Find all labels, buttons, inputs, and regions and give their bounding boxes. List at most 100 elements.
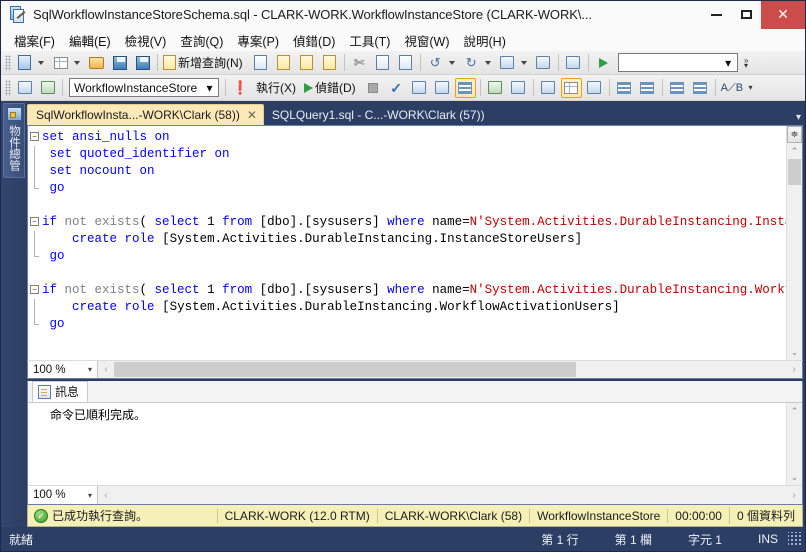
object-explorer-tab[interactable]: 物件總管 [3, 103, 25, 178]
new-xmla-query-button[interactable] [319, 53, 340, 73]
decrease-indent-button[interactable] [667, 78, 688, 98]
start-debug-button[interactable] [593, 53, 614, 73]
toolbar-grip[interactable] [5, 79, 11, 96]
toolbar-grip[interactable] [5, 54, 11, 71]
activity-monitor-button[interactable] [563, 53, 584, 73]
minimize-button[interactable] [701, 0, 731, 29]
debug-button[interactable]: 偵錯(D) [303, 78, 361, 98]
sqlcmd-mode-button[interactable] [508, 78, 529, 98]
scroll-right-button[interactable]: › [786, 486, 802, 504]
close-icon[interactable]: ✕ [247, 109, 257, 121]
fold-toggle-icon[interactable]: − [30, 132, 39, 141]
undo-dropdown[interactable] [448, 53, 459, 73]
horizontal-scroll-track[interactable] [114, 486, 786, 504]
tab-messages[interactable]: 訊息 [32, 381, 89, 402]
maximize-button[interactable] [731, 0, 761, 29]
query-options-button[interactable] [432, 78, 453, 98]
menu-edit[interactable]: 編輯(E) [62, 29, 118, 52]
solution-button[interactable] [533, 53, 554, 73]
close-button[interactable]: ✕ [761, 0, 805, 29]
redo-dropdown[interactable] [484, 53, 495, 73]
object-explorer-icon [6, 107, 22, 121]
navigate-dropdown[interactable] [520, 53, 531, 73]
new-query-button[interactable]: 新增查詢(N) [162, 53, 248, 73]
messages-text[interactable]: 命令已順利完成。 [28, 403, 786, 485]
include-client-statistics-button[interactable] [485, 78, 506, 98]
results-pane: 訊息 命令已順利完成。 ⌃ ⌄ 100 % ▾ ‹ › [27, 381, 803, 505]
save-button[interactable] [109, 53, 130, 73]
redo-button[interactable]: ↻ [461, 53, 482, 73]
tab-sqlquery1[interactable]: SQLQuery1.sql - C...-WORK\Clark (57)) [264, 104, 491, 125]
copy-button[interactable] [372, 53, 393, 73]
uncomment-button[interactable] [637, 78, 658, 98]
undo-button[interactable]: ↺ [425, 53, 446, 73]
parse-button[interactable]: ✓ [386, 78, 407, 98]
new-item-dropdown[interactable] [73, 53, 84, 73]
new-db-engine-query-button[interactable] [250, 53, 271, 73]
config-combo[interactable]: ▾ [617, 53, 738, 72]
navigate-button[interactable] [497, 53, 518, 73]
scroll-thumb[interactable] [788, 159, 801, 185]
scroll-track[interactable] [787, 159, 802, 344]
new-item-button[interactable] [50, 53, 71, 73]
results-to-text-button[interactable] [538, 78, 559, 98]
disconnect-button[interactable] [37, 78, 58, 98]
menu-view[interactable]: 檢視(V) [118, 29, 174, 52]
menu-project[interactable]: 專案(P) [230, 29, 286, 52]
open-file-button[interactable] [86, 53, 107, 73]
scroll-down-button[interactable]: ⌄ [787, 469, 802, 485]
results-to-file-button[interactable] [584, 78, 605, 98]
toolbar-overflow-button[interactable]: » ▾ [741, 56, 752, 69]
display-estimated-plan-button[interactable] [409, 78, 430, 98]
editor-gutter[interactable]: − − − [28, 126, 42, 360]
stop-button[interactable] [363, 78, 384, 98]
results-zoom-combo[interactable]: 100 % ▾ [28, 486, 98, 504]
horizontal-scroll-thumb[interactable] [114, 362, 576, 377]
specify-values-button[interactable]: A⟋B [720, 78, 744, 98]
horizontal-scroll-track[interactable] [114, 361, 786, 378]
paste-button[interactable] [395, 53, 416, 73]
scroll-left-button[interactable]: ‹ [98, 486, 114, 504]
code-text[interactable]: set ansi_nulls on set quoted_identifier … [42, 126, 786, 360]
execute-button[interactable]: 執行(X) [253, 78, 301, 98]
results-to-grid-button[interactable] [560, 77, 582, 98]
comment-button[interactable] [614, 78, 635, 98]
tab-sqlworkflowinstancestoreschema[interactable]: SqlWorkflowInsta...-WORK\Clark (58)) ✕ [27, 104, 264, 125]
editor-zoom-combo[interactable]: 100 % ▾ [28, 361, 98, 378]
menu-tools[interactable]: 工具(T) [342, 29, 397, 52]
scroll-right-button[interactable]: › [786, 361, 802, 378]
include-actual-plan-button[interactable] [454, 77, 476, 98]
toolbar-separator [714, 79, 716, 96]
fold-toggle-icon[interactable]: − [30, 285, 39, 294]
scroll-up-button[interactable]: ⌃ [787, 143, 802, 159]
menu-window[interactable]: 視窗(W) [397, 29, 456, 52]
editor-vertical-scrollbar[interactable]: ≑ ⌃ ⌄ [786, 126, 802, 360]
new-dmx-query-button[interactable] [296, 53, 317, 73]
query-options-icon [435, 81, 450, 94]
menu-query[interactable]: 查詢(Q) [173, 29, 230, 52]
scroll-down-button[interactable]: ⌄ [787, 344, 802, 360]
new-mdx-query-button[interactable] [273, 53, 294, 73]
results-vertical-scrollbar[interactable]: ⌃ ⌄ [786, 403, 802, 485]
menu-file[interactable]: 檔案(F) [7, 29, 62, 52]
scroll-left-button[interactable]: ‹ [98, 361, 114, 378]
menu-help[interactable]: 說明(H) [457, 29, 513, 52]
scroll-track[interactable] [787, 419, 802, 469]
fold-toggle-icon[interactable]: − [30, 217, 39, 226]
scroll-up-button[interactable]: ⌃ [787, 403, 802, 419]
toolbar-overflow-button[interactable]: ▾ [745, 84, 756, 92]
increase-indent-button[interactable] [690, 78, 711, 98]
save-all-button[interactable] [132, 53, 153, 73]
execute-warning-button[interactable]: ❗ [230, 78, 251, 98]
tab-overflow-icon[interactable]: ▾ [796, 112, 801, 123]
cut-button[interactable]: ✄ [349, 53, 370, 73]
database-combo[interactable]: WorkflowInstanceStore ▾ [69, 78, 219, 97]
connect-button[interactable] [14, 78, 35, 98]
code-area[interactable]: − − − set ansi_nulls on set quoted_identif… [28, 126, 786, 360]
menu-debug[interactable]: 偵錯(D) [286, 29, 342, 52]
resize-grip-icon[interactable] [788, 532, 802, 546]
new-project-icon [18, 55, 31, 70]
split-editor-button[interactable]: ≑ [787, 126, 802, 143]
new-project-dropdown[interactable] [37, 53, 48, 73]
new-project-button[interactable] [14, 53, 35, 73]
